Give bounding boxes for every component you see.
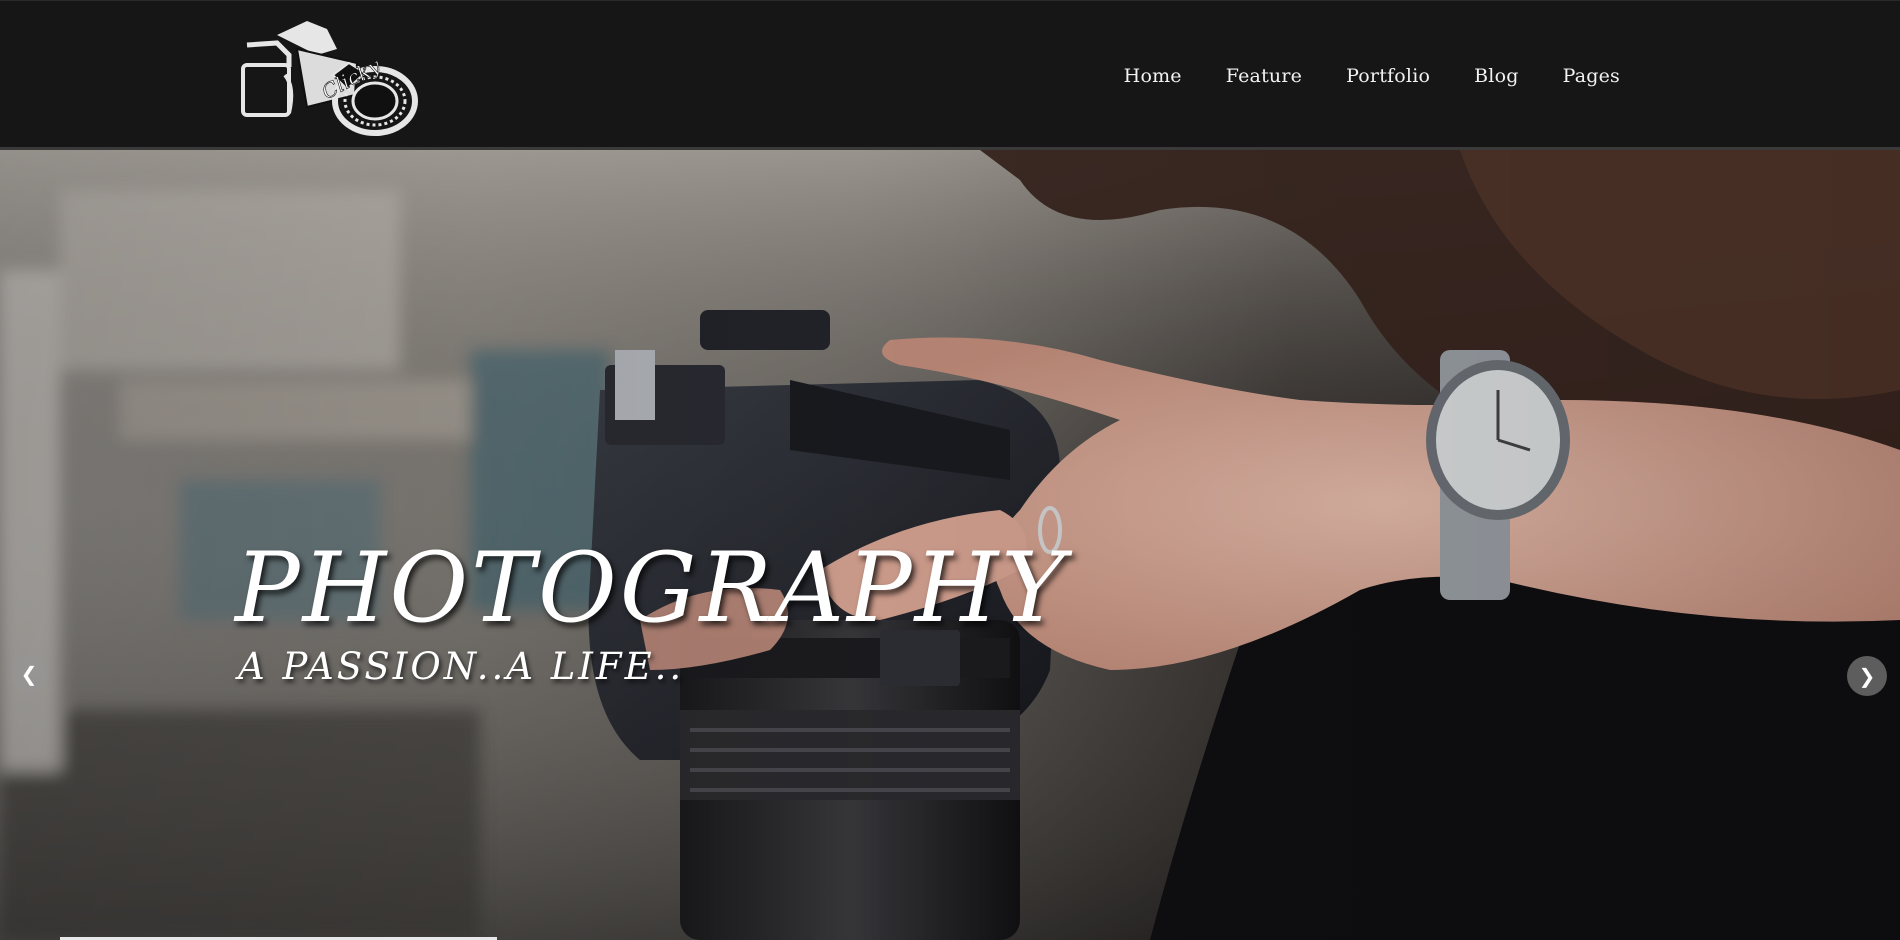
- nav-blog[interactable]: Blog: [1452, 65, 1540, 87]
- hero-title: PHOTOGRAPHY: [235, 532, 1068, 644]
- top-navbar: Clicky Home Feature Portfolio Blog Pages: [0, 0, 1900, 150]
- chevron-left-icon: ❮: [20, 662, 38, 686]
- hero-slider: PHOTOGRAPHY A PASSION..A LIFE.. ❮ ❯: [0, 150, 1900, 940]
- nav-feature[interactable]: Feature: [1204, 65, 1324, 87]
- hero-subtitle: A PASSION..A LIFE..: [238, 645, 685, 688]
- main-nav: Home Feature Portfolio Blog Pages: [1102, 1, 1642, 151]
- nav-portfolio[interactable]: Portfolio: [1324, 65, 1452, 87]
- slider-next-button[interactable]: ❯: [1847, 656, 1887, 696]
- nav-pages[interactable]: Pages: [1541, 65, 1642, 87]
- chevron-right-icon: ❯: [1858, 664, 1876, 688]
- nav-home[interactable]: Home: [1102, 65, 1204, 87]
- slider-prev-button[interactable]: ❮: [11, 656, 47, 692]
- camera-logo-icon[interactable]: Clicky: [237, 15, 425, 137]
